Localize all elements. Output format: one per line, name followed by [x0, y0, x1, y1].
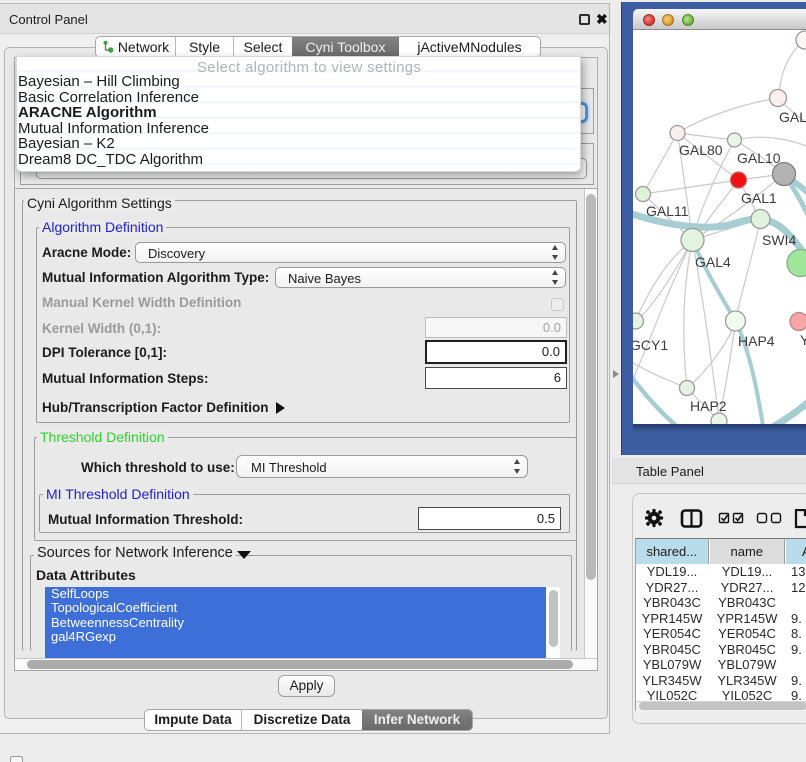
svg-text:GAL11: GAL11	[646, 203, 689, 219]
svg-text:GAL10: GAL10	[737, 150, 781, 166]
svg-text:GCY1: GCY1	[633, 337, 668, 353]
svg-text:Y: Y	[800, 332, 806, 348]
svg-text:HAP2: HAP2	[690, 398, 727, 414]
svg-text:SWI4: SWI4	[762, 232, 796, 248]
svg-text:GAL80: GAL80	[679, 142, 723, 158]
svg-text:GAL1: GAL1	[741, 190, 777, 206]
svg-text:GAL7: GAL7	[779, 109, 806, 125]
svg-text:GAL4: GAL4	[695, 254, 731, 270]
svg-text:HAP4: HAP4	[738, 333, 775, 349]
